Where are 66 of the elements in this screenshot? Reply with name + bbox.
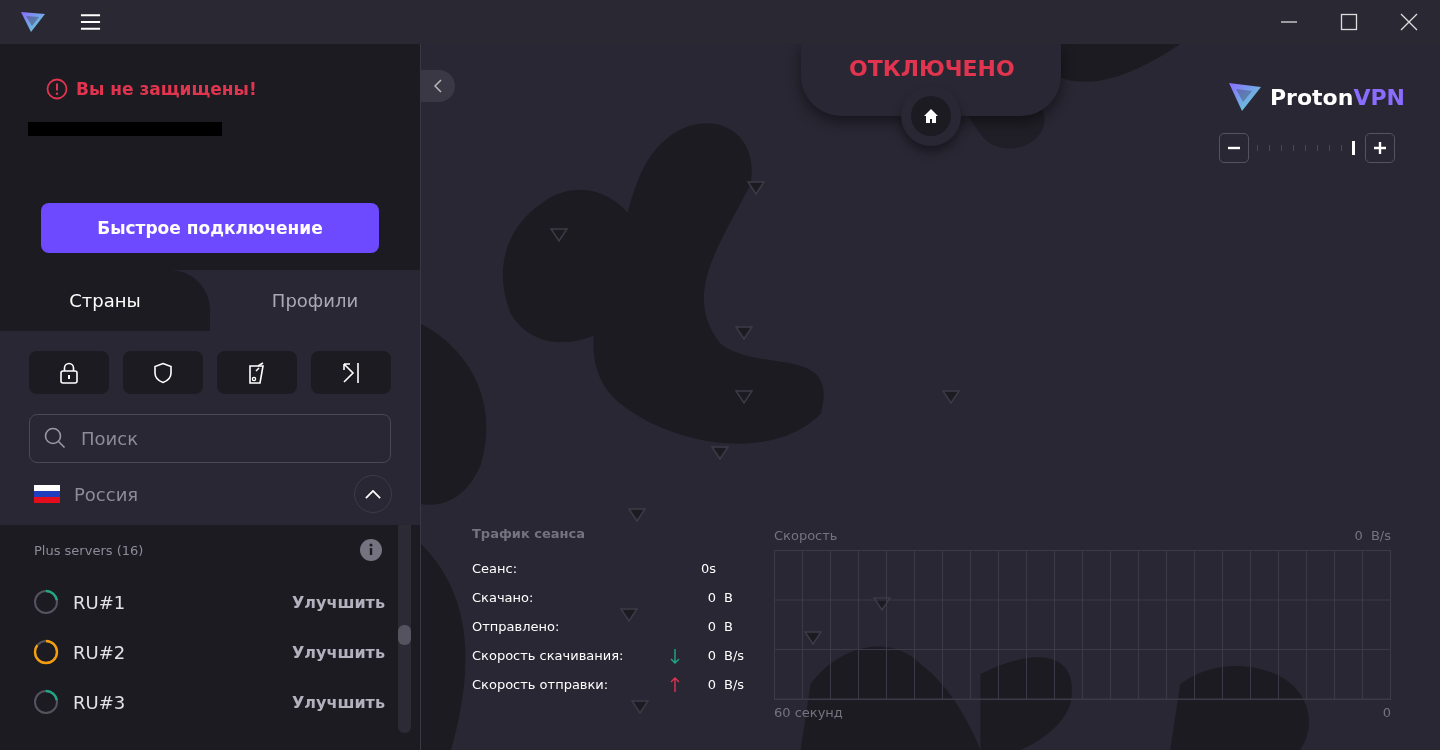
search-field[interactable]: Поиск xyxy=(29,414,391,463)
scrollbar[interactable] xyxy=(398,525,411,733)
warning-icon xyxy=(46,78,68,100)
chart-title: Скорость xyxy=(774,527,838,543)
stat-unit: B xyxy=(724,619,733,634)
flag-icon xyxy=(34,485,60,503)
group-label: Plus servers (16) xyxy=(34,542,144,558)
connection-status: ОТКЛЮЧЕНО xyxy=(849,56,1015,81)
card-icon xyxy=(247,361,267,384)
plus-icon xyxy=(1373,141,1387,155)
stat-value: 0 xyxy=(706,648,716,663)
filter-button[interactable] xyxy=(123,351,203,394)
stat-value: 0 xyxy=(706,677,716,692)
collapse-sidebar-button[interactable] xyxy=(421,70,455,102)
zoom-in-button[interactable] xyxy=(1365,133,1395,163)
stat-label: Скачано: xyxy=(472,590,535,605)
country-name: Россия xyxy=(74,483,140,505)
collapse-button[interactable] xyxy=(354,475,392,513)
stat-label: Отправлено: xyxy=(472,619,561,634)
zoom-slider[interactable] xyxy=(1257,140,1357,156)
tab[interactable]: Страны xyxy=(0,270,210,331)
stat-value: 0 xyxy=(706,619,716,634)
stat-label: Сеанс: xyxy=(472,561,519,576)
load-ring-icon xyxy=(33,639,59,665)
axis-label: 0 xyxy=(1382,704,1391,720)
stat-unit: B/s xyxy=(724,677,745,692)
menu-icon[interactable] xyxy=(80,13,101,31)
close-icon[interactable] xyxy=(1400,13,1418,31)
upgrade-link[interactable]: Улучшить xyxy=(291,592,385,612)
stat-label: Скорость скачивания: xyxy=(472,648,625,663)
server-name: RU#2 xyxy=(73,641,127,663)
server-name: RU#1 xyxy=(73,591,127,613)
home-button[interactable] xyxy=(911,96,951,136)
home-icon xyxy=(923,108,939,124)
brand-name: ProtonVPN xyxy=(1270,84,1405,110)
stat-unit: B xyxy=(724,590,733,605)
load-ring-icon xyxy=(33,589,59,615)
speed-value: 0 B/s xyxy=(1354,527,1391,543)
axis-label: 60 секунд xyxy=(774,704,843,720)
zoom-out-button[interactable] xyxy=(1219,133,1249,163)
lock-icon xyxy=(59,361,79,384)
warning-text: Вы не защищены! xyxy=(76,79,257,99)
quick-connect-button[interactable]: Быстрое подключение xyxy=(41,203,379,253)
arrow-up-icon xyxy=(670,676,680,693)
info-icon[interactable] xyxy=(360,539,382,561)
stat-unit: B/s xyxy=(724,648,745,663)
arrow-to-bar-icon xyxy=(341,361,361,384)
stat-label: Скорость отправки: xyxy=(472,677,610,692)
maximize-icon[interactable] xyxy=(1340,13,1358,31)
upgrade-link[interactable]: Улучшить xyxy=(291,692,385,712)
chevron-left-icon xyxy=(434,79,442,93)
stat-value: 0s xyxy=(699,561,716,576)
upgrade-link[interactable]: Улучшить xyxy=(291,642,385,662)
app-logo-icon xyxy=(20,11,46,33)
search-icon xyxy=(44,427,66,449)
server-name: RU#3 xyxy=(73,691,127,713)
shield-icon xyxy=(153,361,173,384)
brand-logo-icon xyxy=(1228,82,1262,112)
chevron-up-icon xyxy=(365,489,381,499)
arrow-down-icon xyxy=(670,647,680,664)
filter-button[interactable] xyxy=(311,351,391,394)
stat-value: 0 xyxy=(706,590,716,605)
traffic-title: Трафик сеанса xyxy=(472,526,587,541)
load-ring-icon xyxy=(33,689,59,715)
filter-button[interactable] xyxy=(217,351,297,394)
filter-button[interactable] xyxy=(29,351,109,394)
